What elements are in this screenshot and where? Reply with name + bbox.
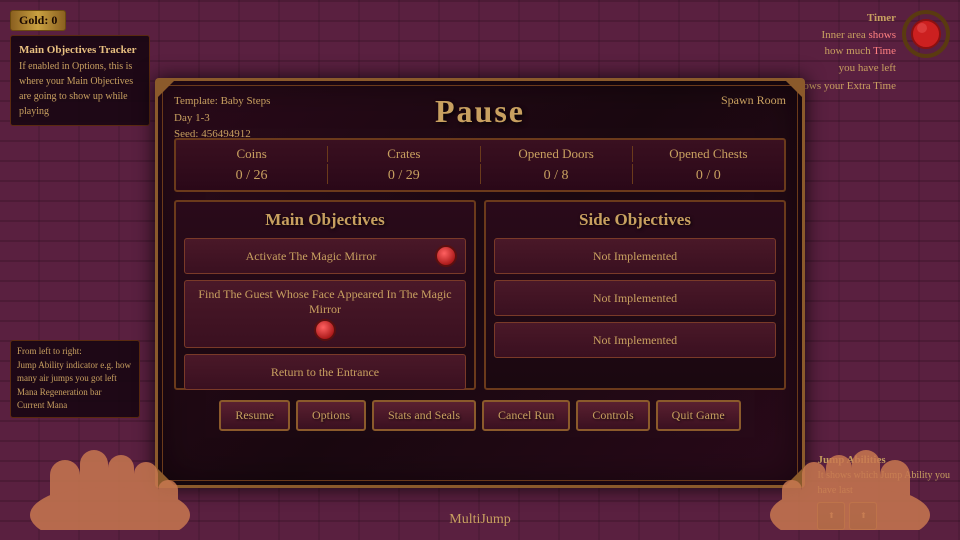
stats-labels-row: Coins Crates Opened Doors Opened Chests <box>176 146 784 162</box>
main-objective-3-text: Return to the Entrance <box>193 365 457 380</box>
coins-value: 0 / 26 <box>176 168 327 184</box>
from-label: From left to right: <box>17 345 133 359</box>
side-objective-1-text: Not Implemented <box>593 249 677 264</box>
main-objectives-section: Main Objectives Activate The Magic Mirro… <box>174 200 476 390</box>
coins-value-cell: 0 / 26 <box>176 164 327 184</box>
template-line3: Seed: 456494912 <box>174 126 270 143</box>
jump-abilities-desc2: have last <box>817 483 950 498</box>
options-button[interactable]: Options <box>296 400 366 431</box>
main-objectives-title: Main Objectives <box>184 210 466 230</box>
opened-chests-value: 0 / 0 <box>633 168 784 184</box>
ability-icon-1: ⬆ <box>817 502 845 530</box>
cancel-run-button[interactable]: Cancel Run <box>482 400 570 431</box>
objectives-tracker-title: Main Objectives Tracker <box>19 42 141 59</box>
crates-stat: Crates <box>328 146 479 162</box>
timer-inner-desc: Timer Inner area showshow much Timeyou h… <box>745 10 896 76</box>
side-objective-3: Not Implemented <box>494 322 776 358</box>
main-objective-1-text: Activate The Magic Mirror <box>193 249 429 264</box>
crates-value: 0 / 29 <box>328 168 479 184</box>
coins-stat: Coins <box>176 146 327 162</box>
main-objective-2-text: Find The Guest Whose Face Appeared In Th… <box>193 287 457 317</box>
opened-doors-value: 0 / 8 <box>481 168 632 184</box>
bottom-right-panel: Jump Abilities It shows which Jump Abili… <box>817 452 950 531</box>
main-objective-2: Find The Guest Whose Face Appeared In Th… <box>184 280 466 348</box>
bottom-left-labels: From left to right: Jump Ability indicat… <box>10 340 140 418</box>
stats-and-seals-button[interactable]: Stats and Seals <box>372 400 476 431</box>
gold-bar: Gold: 0 <box>10 10 66 31</box>
template-info: Template: Baby Steps Day 1-3 Seed: 45649… <box>174 93 270 143</box>
jump-abilities-title: Jump Abilities <box>817 452 950 469</box>
objectives-tracker-panel: Main Objectives Tracker If enabled in Op… <box>10 35 150 126</box>
crates-value-cell: 0 / 29 <box>328 164 479 184</box>
jump-abilities-desc: It shows which Jump Ability you <box>817 468 950 483</box>
jump-ability-label: Jump Ability indicator e.g. how many air… <box>17 359 133 386</box>
template-line1: Template: Baby Steps <box>174 93 270 110</box>
ability-icons-row: ⬆ ⬆ <box>817 502 950 530</box>
side-objective-2-text: Not Implemented <box>593 291 677 306</box>
main-objective-1-indicator <box>435 245 457 267</box>
gold-value: 0 <box>51 13 57 27</box>
main-objective-1: Activate The Magic Mirror <box>184 238 466 274</box>
opened-doors-stat: Opened Doors <box>481 146 632 162</box>
bottom-buttons: Resume Options Stats and Seals Cancel Ru… <box>174 400 786 431</box>
gold-label: Gold: <box>19 13 48 27</box>
pause-panel: Template: Baby Steps Day 1-3 Seed: 45649… <box>155 78 805 488</box>
opened-doors-label: Opened Doors <box>481 146 632 162</box>
opened-chests-value-cell: 0 / 0 <box>633 164 784 184</box>
controls-button[interactable]: Controls <box>576 400 649 431</box>
stats-bar: Coins Crates Opened Doors Opened Chests … <box>174 138 786 192</box>
coins-label: Coins <box>176 146 327 162</box>
side-objective-1: Not Implemented <box>494 238 776 274</box>
top-left-panel: Gold: 0 Main Objectives Tracker If enabl… <box>10 10 150 126</box>
resume-button[interactable]: Resume <box>219 400 290 431</box>
timer-inner-text: Inner area showshow much Timeyou have le… <box>821 29 896 74</box>
opened-doors-value-cell: 0 / 8 <box>481 164 632 184</box>
side-objective-2: Not Implemented <box>494 280 776 316</box>
main-objective-2-indicator <box>314 319 336 341</box>
side-objectives-title: Side Objectives <box>494 210 776 230</box>
stats-values-row: 0 / 26 0 / 29 0 / 8 0 / 0 <box>176 164 784 184</box>
crates-label: Crates <box>328 146 479 162</box>
quit-game-button[interactable]: Quit Game <box>656 400 741 431</box>
ability-icon-2: ⬆ <box>849 502 877 530</box>
current-mana-label: Current Mana <box>17 399 133 413</box>
main-objective-3: Return to the Entrance <box>184 354 466 390</box>
opened-chests-stat: Opened Chests <box>633 146 784 162</box>
opened-chests-label: Opened Chests <box>633 146 784 162</box>
spawn-room-label: Spawn Room <box>721 93 786 108</box>
multijump-label: MultiJump <box>449 512 510 528</box>
objectives-area: Main Objectives Activate The Magic Mirro… <box>174 200 786 390</box>
timer-circle <box>902 10 950 58</box>
side-objectives-section: Side Objectives Not Implemented Not Impl… <box>484 200 786 390</box>
mana-regen-label: Mana Regeneration bar <box>17 386 133 400</box>
side-objective-3-text: Not Implemented <box>593 333 677 348</box>
template-line2: Day 1-3 <box>174 110 270 127</box>
objectives-tracker-desc: If enabled in Options, this is where you… <box>19 59 141 119</box>
